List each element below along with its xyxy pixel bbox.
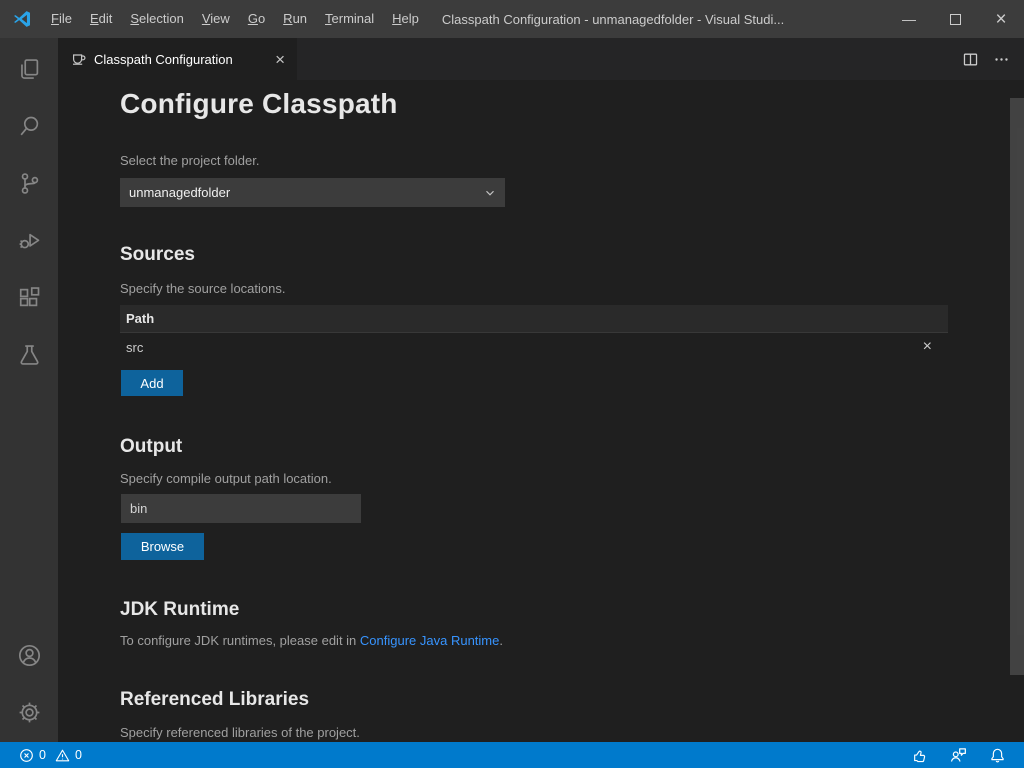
thumbs-up-icon[interactable] [910,747,927,764]
menu-help[interactable]: Help [383,0,428,38]
tab-classpath-configuration[interactable]: Classpath Configuration × [58,38,297,80]
run-debug-icon[interactable] [0,214,58,266]
account-icon[interactable] [0,629,58,681]
titlebar: File Edit Selection View Go Run Terminal… [0,0,1024,38]
search-icon[interactable] [0,100,58,152]
remove-source-icon[interactable]: × [923,339,932,355]
path-column-header: Path [126,311,154,326]
error-icon [19,748,34,763]
status-bar: 0 0 [0,742,1024,768]
menu-edit[interactable]: Edit [81,0,121,38]
tab-label: Classpath Configuration [94,52,265,67]
sources-heading: Sources [120,244,195,266]
source-path-value: src [126,340,143,355]
java-cup-icon [70,51,86,67]
extensions-icon[interactable] [0,271,58,323]
configure-java-runtime-link[interactable]: Configure Java Runtime [360,633,499,648]
referenced-libraries-heading: Referenced Libraries [120,689,309,711]
minimize-icon[interactable]: — [886,0,932,38]
source-control-icon[interactable] [0,157,58,209]
output-path-input[interactable] [121,494,361,523]
tab-close-icon[interactable]: × [273,51,287,68]
files-icon[interactable] [0,43,58,95]
warning-icon [55,748,70,763]
menu-terminal[interactable]: Terminal [316,0,383,38]
jdk-runtime-heading: JDK Runtime [120,599,239,621]
warning-count: 0 [75,748,82,762]
classpath-configuration-view: Configure Classpath Select the project f… [58,80,1024,742]
settings-gear-icon[interactable] [0,686,58,738]
project-folder-label: Select the project folder. [120,153,259,168]
problems-status[interactable]: 0 0 [19,748,82,763]
project-folder-selected-value: unmanagedfolder [129,185,483,200]
referenced-libraries-description: Specify referenced libraries of the proj… [120,725,360,740]
vscode-logo-icon [12,9,32,29]
testing-icon[interactable] [0,328,58,380]
browse-output-button[interactable]: Browse [121,533,204,560]
more-actions-icon[interactable] [993,51,1010,68]
menu-run[interactable]: Run [274,0,316,38]
bell-icon[interactable] [989,747,1006,764]
add-source-button[interactable]: Add [121,370,183,396]
menu-file[interactable]: File [42,0,81,38]
output-heading: Output [120,436,182,458]
tab-bar: Classpath Configuration × [58,38,1024,80]
source-path-row[interactable]: src × [120,333,948,361]
jdk-text-before: To configure JDK runtimes, please edit i… [120,633,360,648]
sources-table-header: Path [120,305,948,333]
maximize-icon[interactable] [932,0,978,38]
chevron-down-icon [483,186,497,200]
menu-selection[interactable]: Selection [121,0,192,38]
output-description: Specify compile output path location. [120,471,332,486]
close-icon[interactable]: × [978,0,1024,38]
menu-view[interactable]: View [193,0,239,38]
vertical-scrollbar[interactable] [1010,98,1024,675]
jdk-text-after: . [499,633,503,648]
project-folder-select[interactable]: unmanagedfolder [120,178,505,207]
activity-bar [0,38,58,742]
error-count: 0 [39,748,46,762]
feedback-person-icon[interactable] [949,746,967,764]
sources-description: Specify the source locations. [120,281,285,296]
menu-go[interactable]: Go [239,0,274,38]
page-title: Configure Classpath [120,88,398,120]
window-title: Classpath Configuration - unmanagedfolde… [442,12,862,27]
split-editor-icon[interactable] [962,51,979,68]
jdk-runtime-text: To configure JDK runtimes, please edit i… [120,633,503,648]
